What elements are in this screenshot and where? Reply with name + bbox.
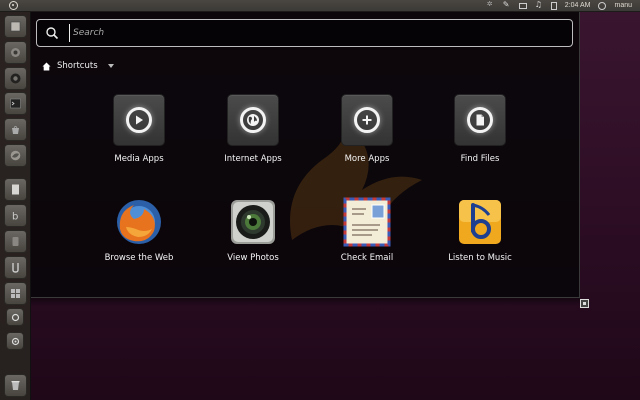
launcher-firefox-icon[interactable] <box>4 144 27 167</box>
shortcut-label: Listen to Music <box>448 253 512 263</box>
media-apps-tile[interactable] <box>113 94 165 146</box>
launcher-ubuntu-one-icon[interactable] <box>4 230 27 253</box>
bluetooth-icon[interactable] <box>487 0 495 10</box>
music-note-icon[interactable] <box>455 197 505 247</box>
shortcut-browse-the-web[interactable]: Browse the Web <box>84 197 194 277</box>
envelope-icon[interactable] <box>342 197 392 247</box>
shortcut-label: Find Files <box>460 154 500 164</box>
search-bar[interactable] <box>36 19 573 47</box>
more-apps-tile[interactable] <box>341 94 393 146</box>
ubuntu-logo-icon[interactable] <box>9 1 18 10</box>
shortcut-more-apps[interactable]: More Apps <box>312 94 422 174</box>
home-icon <box>42 62 51 70</box>
launcher-music-player-icon[interactable]: b <box>4 204 27 227</box>
launcher-files-icon[interactable] <box>4 15 27 38</box>
shortcut-label: Internet Apps <box>224 154 282 164</box>
launcher-dvd-icon[interactable] <box>4 67 27 90</box>
clock-label[interactable]: 2:04 AM <box>565 2 591 9</box>
chevron-down-icon[interactable] <box>107 64 114 68</box>
user-label[interactable]: manu <box>614 2 632 9</box>
shortcut-find-files[interactable]: Find Files <box>425 94 535 174</box>
globe-icon <box>240 107 266 133</box>
launcher-software-center-icon[interactable] <box>4 118 27 141</box>
shortcuts-header[interactable]: Shortcuts <box>42 59 114 73</box>
launcher-workspaces-icon[interactable] <box>4 282 27 305</box>
search-input[interactable] <box>69 24 549 42</box>
volume-icon[interactable] <box>535 0 543 10</box>
plus-icon <box>354 107 380 133</box>
network-icon[interactable] <box>503 0 511 10</box>
launcher: b <box>0 12 31 400</box>
launcher-file-lens-icon[interactable] <box>6 332 24 350</box>
shortcuts-title: Shortcuts <box>57 61 98 71</box>
dash-shadow <box>31 298 580 306</box>
launcher-workspace-switcher-icon[interactable] <box>4 256 27 279</box>
play-icon <box>126 107 152 133</box>
launcher-text-editor-icon[interactable] <box>4 178 27 201</box>
dash-resize-handle[interactable] <box>580 299 589 308</box>
battery-icon[interactable] <box>550 1 557 10</box>
shortcut-label: Browse the Web <box>104 253 174 263</box>
shortcut-check-email[interactable]: Check Email <box>312 197 422 277</box>
top-panel: 2:04 AM manu <box>0 0 640 12</box>
internet-apps-tile[interactable] <box>227 94 279 146</box>
shortcut-internet-apps[interactable]: Internet Apps <box>198 94 308 174</box>
launcher-home-folder-icon[interactable] <box>4 41 27 64</box>
firefox-icon[interactable] <box>114 197 164 247</box>
messaging-icon[interactable] <box>518 2 527 9</box>
shortcut-view-photos[interactable]: View Photos <box>198 197 308 277</box>
shortcut-label: Check Email <box>340 253 394 263</box>
shortcut-media-apps[interactable]: Media Apps <box>84 94 194 174</box>
svg-text:b: b <box>12 212 18 222</box>
launcher-app-lens-icon[interactable] <box>6 308 24 326</box>
indicator-area: 2:04 AM manu <box>487 0 640 10</box>
shortcut-label: More Apps <box>344 154 390 164</box>
document-icon <box>467 107 493 133</box>
launcher-trash-icon[interactable] <box>4 374 27 397</box>
launcher-terminal-icon[interactable] <box>4 92 27 115</box>
session-icon[interactable] <box>598 1 607 10</box>
shortcut-listen-to-music[interactable]: Listen to Music <box>425 197 535 277</box>
find-files-tile[interactable] <box>454 94 506 146</box>
shortcut-label: Media Apps <box>114 154 164 164</box>
search-icon <box>46 27 59 40</box>
camera-lens-icon[interactable] <box>228 197 278 247</box>
shortcut-label: View Photos <box>227 253 279 263</box>
